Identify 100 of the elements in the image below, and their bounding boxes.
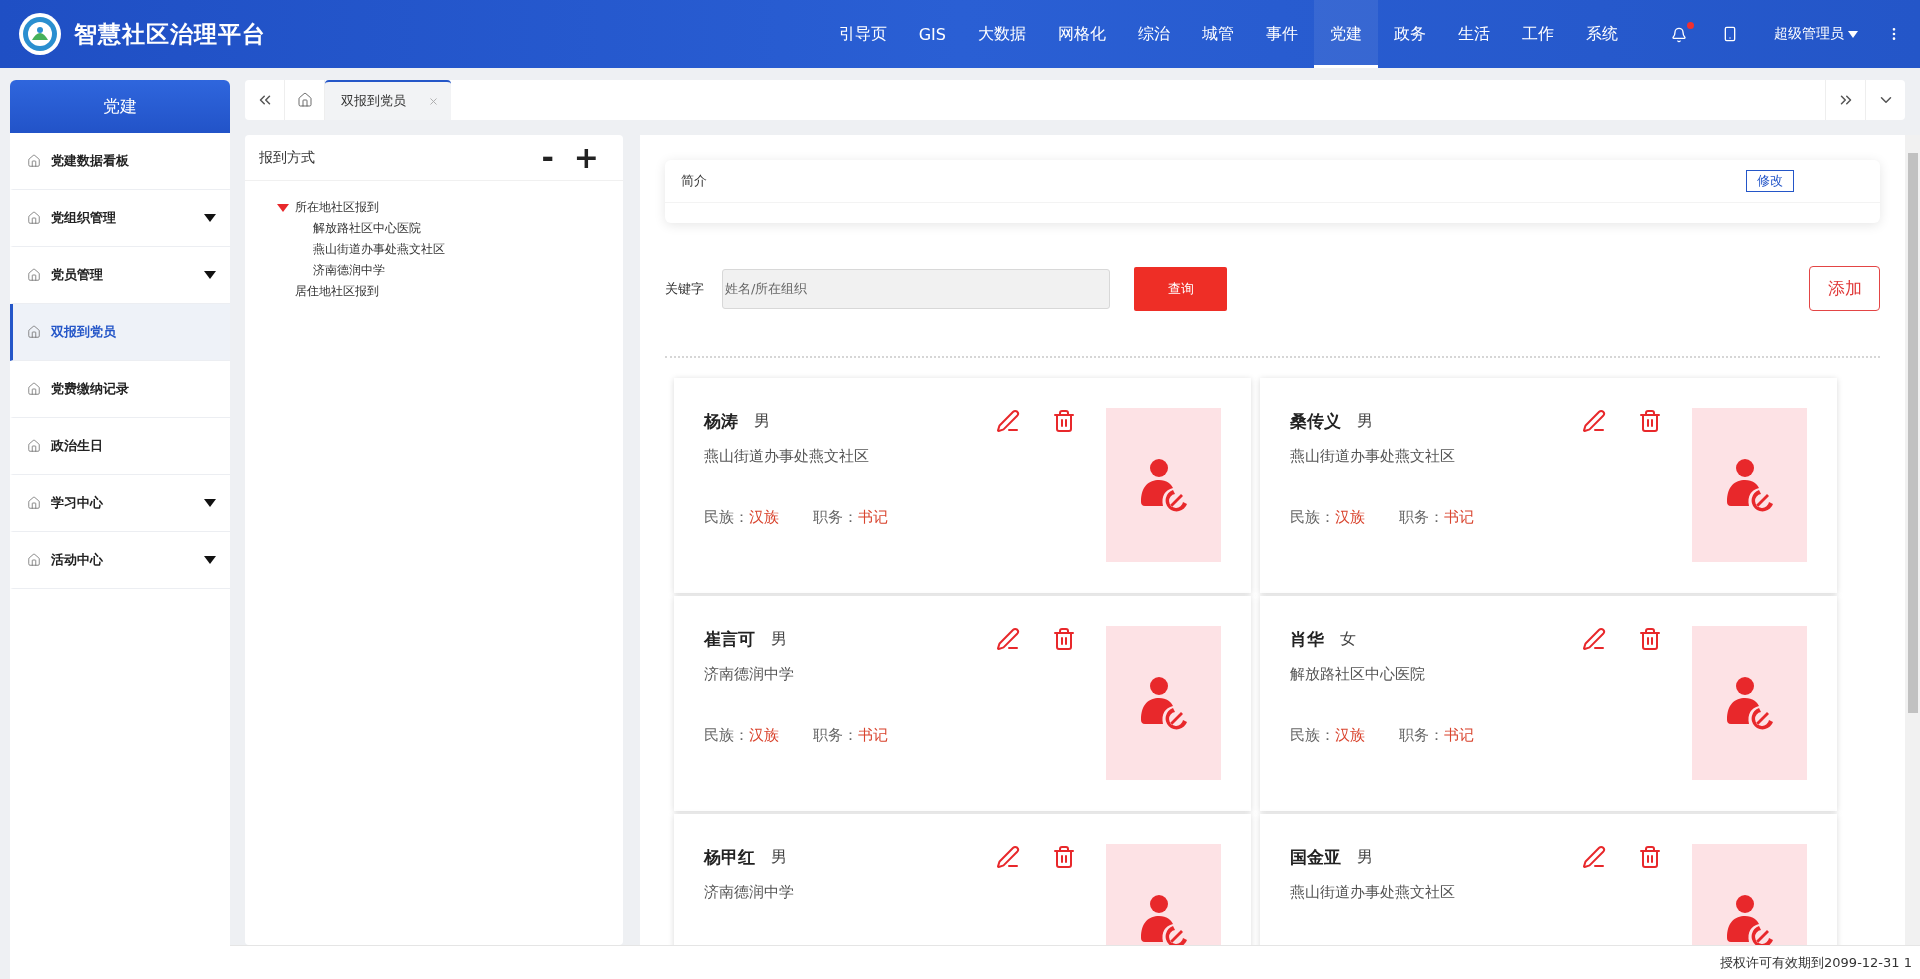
position-text: 职务：书记 (813, 726, 888, 745)
home-icon (296, 92, 313, 108)
mobile-button[interactable] (1722, 26, 1738, 42)
member-name: 国金亚 (1290, 845, 1341, 869)
nav-tab[interactable]: 事件 (1250, 0, 1314, 68)
member-name: 桑传义 (1290, 409, 1341, 433)
nav-tab[interactable]: 系统 (1570, 0, 1634, 68)
caret-icon (204, 271, 216, 279)
member-gender: 男 (771, 628, 787, 650)
bell-icon (1671, 27, 1687, 43)
nav-tab[interactable]: 综治 (1122, 0, 1186, 68)
home-icon (27, 382, 41, 396)
position-text: 职务：书记 (813, 508, 888, 527)
logo-icon (18, 12, 62, 56)
pencil-icon (1582, 627, 1606, 651)
member-name: 肖华 (1290, 627, 1324, 651)
nav-tab[interactable]: 城管 (1186, 0, 1250, 68)
home-icon (27, 496, 41, 510)
tree-node[interactable]: 济南德润中学 (295, 260, 623, 281)
member-gender: 男 (771, 846, 787, 868)
tree-node[interactable]: 居住地社区报到 (277, 281, 623, 302)
nav-tab[interactable]: 网格化 (1042, 0, 1122, 68)
home-icon (27, 439, 41, 453)
edit-button[interactable] (996, 409, 1020, 433)
trash-icon (1638, 627, 1662, 651)
edit-button[interactable] (1582, 409, 1606, 433)
member-name: 杨涛 (704, 409, 738, 433)
expanded-caret-icon (277, 203, 289, 212)
expand-button[interactable]: + (563, 142, 609, 173)
intro-label: 简介 (681, 172, 707, 190)
member-organization: 燕山街道办事处燕文社区 (704, 447, 870, 466)
caret-icon (204, 499, 216, 507)
collapse-button[interactable]: - (531, 142, 564, 173)
trash-icon (1638, 845, 1662, 869)
add-button[interactable]: 添加 (1809, 266, 1880, 311)
home-icon (27, 268, 41, 282)
trash-icon (1052, 845, 1076, 869)
edit-button[interactable] (996, 845, 1020, 869)
position-text: 职务：书记 (1399, 726, 1474, 745)
member-name: 杨甲红 (704, 845, 755, 869)
pencil-icon (996, 627, 1020, 651)
keyword-field[interactable]: 姓名/所在组织 (722, 268, 1110, 309)
user-menu[interactable]: 超级管理员 (1774, 25, 1858, 43)
sidebar-item[interactable]: 双报到党员 (10, 304, 230, 361)
nav-tab[interactable]: 引导页 (822, 0, 903, 68)
pencil-icon (996, 845, 1020, 869)
edit-button[interactable] (996, 627, 1020, 651)
tree-node[interactable]: 燕山街道办事处燕文社区 (295, 239, 623, 260)
position-text: 职务：书记 (1399, 508, 1474, 527)
delete-button[interactable] (1638, 845, 1662, 869)
nav-tab[interactable]: 政务 (1378, 0, 1442, 68)
tree-node[interactable]: 所在地社区报到 (277, 197, 623, 218)
pencil-icon (1582, 845, 1606, 869)
nav-tab[interactable]: 大数据 (962, 0, 1042, 68)
nav-tab[interactable]: 党建 (1314, 0, 1378, 68)
member-organization: 解放路社区中心医院 (1290, 665, 1426, 684)
nav-tab[interactable]: GIS (902, 0, 962, 68)
member-gender: 男 (1357, 846, 1373, 868)
page-tab[interactable]: 双报到党员 (325, 80, 451, 120)
ethnicity-text: 民族：汉族 (1290, 726, 1365, 745)
member-organization: 燕山街道办事处燕文社区 (1290, 447, 1456, 466)
member-name: 崔言可 (704, 627, 755, 651)
close-icon (428, 95, 439, 107)
ethnicity-text: 民族：汉族 (1290, 508, 1365, 527)
edit-button[interactable] (1582, 627, 1606, 651)
delete-button[interactable] (1638, 627, 1662, 651)
phone-icon (1722, 26, 1738, 42)
home-icon (27, 211, 41, 225)
member-organization: 燕山街道办事处燕文社区 (1290, 883, 1456, 902)
nav-tab[interactable]: 生活 (1442, 0, 1506, 68)
delete-button[interactable] (1052, 845, 1076, 869)
caret-icon (1848, 30, 1858, 38)
tree-node[interactable]: 解放路社区中心医院 (295, 218, 623, 239)
member-gender: 男 (1357, 410, 1373, 432)
edit-intro-button[interactable]: 修改 (1746, 170, 1794, 192)
delete-button[interactable] (1052, 627, 1076, 651)
member-gender: 女 (1340, 628, 1356, 650)
member-organization: 济南德润中学 (704, 883, 795, 902)
query-button[interactable]: 查询 (1134, 266, 1227, 311)
home-icon (27, 553, 41, 567)
tree-title: 报到方式 (259, 148, 316, 167)
member-gender: 男 (754, 410, 770, 432)
nav-tab[interactable]: 工作 (1506, 0, 1570, 68)
delete-button[interactable] (1638, 409, 1662, 433)
trash-icon (1052, 627, 1076, 651)
notification-dot (1687, 22, 1694, 29)
trash-icon (1052, 409, 1076, 433)
caret-icon (204, 556, 216, 564)
app-title: 智慧社区治理平台 (74, 19, 266, 49)
home-icon (27, 325, 41, 339)
sidebar-title: 党建 (10, 80, 230, 133)
license-text: 授权许可有效期到2099-12-31 1 (1720, 953, 1912, 972)
ethnicity-text: 民族：汉族 (704, 508, 779, 527)
edit-button[interactable] (1582, 845, 1606, 869)
home-icon (27, 154, 41, 168)
ethnicity-text: 民族：汉族 (704, 726, 779, 745)
keyword-label: 关键字 (665, 279, 704, 298)
trash-icon (1638, 409, 1662, 433)
member-organization: 济南德润中学 (704, 665, 795, 684)
delete-button[interactable] (1052, 409, 1076, 433)
